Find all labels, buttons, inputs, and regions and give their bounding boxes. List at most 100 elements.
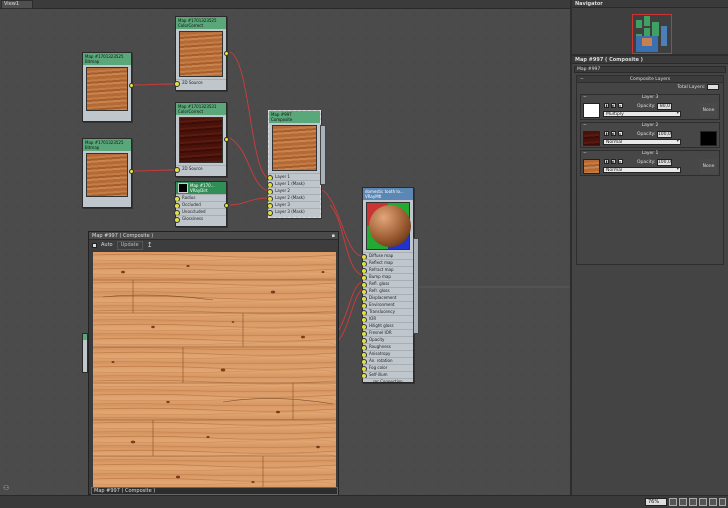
- total-layers-row: Total Layers:: [577, 83, 723, 92]
- input-slot[interactable]: Refract map: [361, 266, 413, 274]
- maximize-icon[interactable]: [719, 498, 726, 506]
- input-slot-2d-source[interactable]: 2D Source: [174, 165, 226, 173]
- layer-map-thumbnail[interactable]: [583, 131, 600, 146]
- color-correct-icon[interactable]: ▸: [618, 103, 623, 108]
- pin-icon[interactable]: ↥: [147, 241, 153, 249]
- collapse-icon[interactable]: −: [583, 95, 587, 101]
- input-slot[interactable]: Layer 1 (Mask): [267, 180, 320, 188]
- delete-icon[interactable]: ▮: [604, 159, 609, 164]
- input-slot[interactable]: Refl. gloss: [361, 280, 413, 288]
- input-slot[interactable]: Environment: [361, 301, 413, 309]
- layer-title: − Layer 2: [581, 123, 719, 129]
- rollout-header[interactable]: − Composite Layers: [577, 76, 723, 83]
- output-socket[interactable]: [224, 51, 229, 56]
- input-slot[interactable]: Fog color: [361, 364, 413, 372]
- preview-title-bar[interactable]: Map #997 ( Composite ) ▪: [89, 232, 338, 240]
- mask-slot[interactable]: None: [700, 103, 717, 118]
- node-vraymtl[interactable]: domestic tooth lo... VRayMtl Diffuse map…: [361, 187, 419, 385]
- input-slot[interactable]: Self-illum: [361, 371, 413, 379]
- parameter-name-field[interactable]: Map #997: [574, 66, 726, 73]
- input-slot[interactable]: Refr. gloss: [361, 287, 413, 295]
- node-footer[interactable]: mr Connection: [363, 378, 413, 385]
- blend-mode-select[interactable]: Normal: [603, 139, 681, 145]
- input-slot[interactable]: Roughness: [361, 343, 413, 351]
- layer-title: − Layer 3: [581, 95, 719, 101]
- input-slot[interactable]: Fresnel IOR: [361, 329, 413, 337]
- input-slot[interactable]: Translucency: [361, 308, 413, 316]
- opacity-spinner[interactable]: 100,0: [656, 131, 672, 138]
- input-slot-2d-source[interactable]: 2D Source: [174, 79, 226, 87]
- collapse-icon[interactable]: −: [583, 151, 587, 157]
- zoom-extents-selected-icon[interactable]: [709, 498, 717, 506]
- nav-node: [661, 26, 667, 46]
- node-color-correct-2[interactable]: Map #1701323531 ColorCorrect 2D Source: [174, 102, 229, 177]
- output-socket[interactable]: [224, 137, 229, 142]
- input-slot[interactable]: Unoccluded: [174, 208, 226, 216]
- input-slot[interactable]: An. rotation: [361, 357, 413, 365]
- input-slot[interactable]: Layer 1: [267, 173, 320, 181]
- input-slot[interactable]: Layer 3 (Mask): [267, 208, 320, 216]
- visibility-icon[interactable]: ◐: [611, 131, 616, 136]
- visibility-icon[interactable]: ◐: [611, 103, 616, 108]
- zoom-extents-icon[interactable]: [699, 498, 707, 506]
- input-slot[interactable]: Hilight gloss: [361, 322, 413, 330]
- visibility-icon[interactable]: ◐: [611, 159, 616, 164]
- blend-mode-select[interactable]: Normal: [603, 167, 681, 173]
- node-header: Map #1701323531 ColorCorrect: [176, 103, 226, 115]
- layer-map-thumbnail[interactable]: [583, 159, 600, 174]
- layer-3: − Layer 3 ▮ ◐ ▸ Opacity: 80,0 Multiply N…: [580, 94, 720, 120]
- input-slot[interactable]: Glossiness: [174, 215, 226, 223]
- input-slot[interactable]: Layer 2 (Mask): [267, 194, 320, 202]
- opacity-row: Opacity: 80,0: [637, 103, 672, 110]
- color-correct-icon[interactable]: ▸: [618, 159, 623, 164]
- input-slot[interactable]: Layer 3: [267, 201, 320, 209]
- input-slot[interactable]: Occluded: [174, 201, 226, 209]
- output-socket[interactable]: [129, 169, 134, 174]
- zoom-icon[interactable]: [679, 498, 687, 506]
- mask-slot[interactable]: None: [700, 159, 717, 174]
- node-output-bar: [320, 125, 326, 185]
- node-view[interactable]: View1 Map #1701323525 Bitmap Map #170132…: [0, 0, 570, 495]
- update-button[interactable]: Update: [116, 240, 143, 250]
- color-correct-icon[interactable]: ▸: [618, 131, 623, 136]
- node-bitmap-2[interactable]: Map #1701323525 Bitmap: [82, 138, 134, 208]
- input-slot[interactable]: IOR: [361, 315, 413, 323]
- output-socket[interactable]: [129, 83, 134, 88]
- collapse-icon[interactable]: −: [583, 123, 587, 129]
- total-layers-spinner[interactable]: [707, 83, 719, 90]
- view-tab[interactable]: View1: [1, 0, 33, 9]
- node-color-correct-1[interactable]: Map #1701323525 ColorCorrect 2D Source: [174, 16, 229, 91]
- input-slot[interactable]: Anisotropy: [361, 350, 413, 358]
- delete-icon[interactable]: ▮: [604, 131, 609, 136]
- node-bitmap-1[interactable]: Map #1701323525 Bitmap: [82, 52, 134, 122]
- close-icon[interactable]: ▪: [332, 232, 335, 240]
- auto-checkbox[interactable]: [92, 242, 97, 248]
- zoom-field[interactable]: 76%: [645, 498, 667, 506]
- opacity-spinner[interactable]: 80,0: [656, 103, 672, 110]
- node-vraydirt[interactable]: Map #170... VRayDirt Radius Occluded Uno…: [174, 181, 229, 227]
- preview-map-select[interactable]: Map #997 ( Composite ): [91, 487, 338, 495]
- input-slot[interactable]: Radius: [174, 194, 226, 202]
- opacity-spinner[interactable]: 100,0: [656, 159, 672, 166]
- wood-texture-preview: [93, 252, 336, 495]
- hand-tool-icon[interactable]: ⚇: [3, 484, 9, 492]
- input-slot[interactable]: Layer 2: [267, 187, 320, 195]
- input-slot[interactable]: Diffuse map: [361, 252, 413, 260]
- map-preview-window[interactable]: Map #997 ( Composite ) ▪ Auto Update ↥ M…: [88, 231, 339, 495]
- navigator-view[interactable]: [572, 8, 728, 56]
- input-slot[interactable]: Displacement: [361, 294, 413, 302]
- layer-name: Layer 2: [641, 123, 659, 128]
- node-composite[interactable]: Map #997 Composite Layer 1 Layer 1 (Mask…: [267, 110, 326, 218]
- mask-slot[interactable]: [700, 131, 717, 146]
- zoom-region-icon[interactable]: [689, 498, 697, 506]
- input-slot[interactable]: Bump map: [361, 273, 413, 281]
- delete-icon[interactable]: ▮: [604, 103, 609, 108]
- blend-mode-select[interactable]: Multiply: [603, 111, 681, 117]
- node-type: VRayMtl: [365, 194, 382, 199]
- collapse-icon[interactable]: −: [580, 76, 584, 83]
- output-socket[interactable]: [224, 203, 229, 208]
- layer-map-thumbnail[interactable]: [583, 103, 600, 118]
- input-slot[interactable]: Reflect map: [361, 259, 413, 267]
- input-slot[interactable]: Opacity: [361, 336, 413, 344]
- pan-icon[interactable]: [669, 498, 677, 506]
